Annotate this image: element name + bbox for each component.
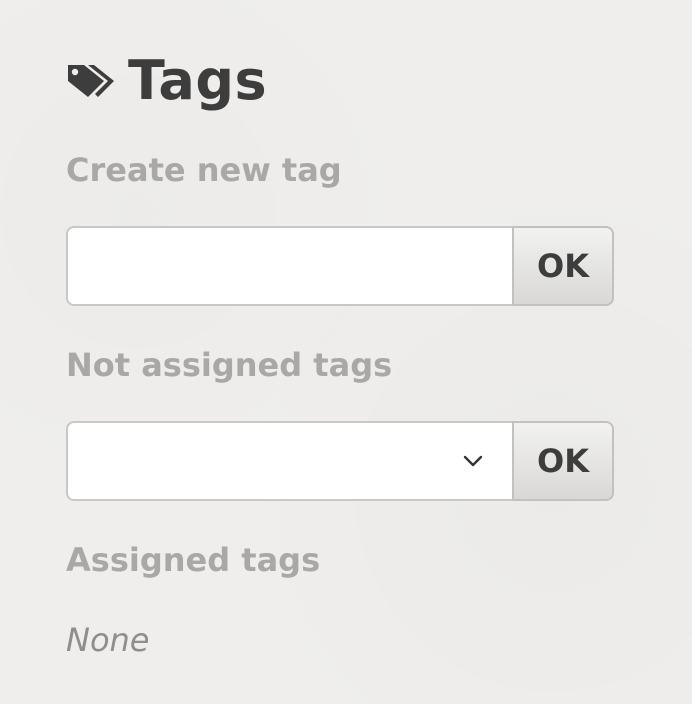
page-title: Tags — [128, 49, 268, 112]
tags-panel: Tags Create new tag OK Not assigned tags… — [0, 0, 692, 704]
create-tag-field — [66, 226, 512, 306]
tag-icon — [68, 65, 114, 97]
not-assigned-tags-row: OK — [66, 421, 614, 501]
tags-heading: Tags — [66, 46, 267, 116]
assign-tag-ok-button[interactable]: OK — [512, 421, 614, 501]
chevron-down-icon[interactable] — [462, 454, 484, 468]
create-tag-label: Create new tag — [66, 151, 342, 189]
assigned-tags-value: None — [66, 621, 150, 659]
create-tag-ok-button[interactable]: OK — [512, 226, 614, 306]
not-assigned-tags-select[interactable] — [66, 421, 512, 501]
create-tag-row: OK — [66, 226, 614, 306]
assigned-tags-label: Assigned tags — [66, 541, 321, 579]
create-tag-input[interactable] — [68, 228, 512, 304]
not-assigned-tags-label: Not assigned tags — [66, 346, 393, 384]
